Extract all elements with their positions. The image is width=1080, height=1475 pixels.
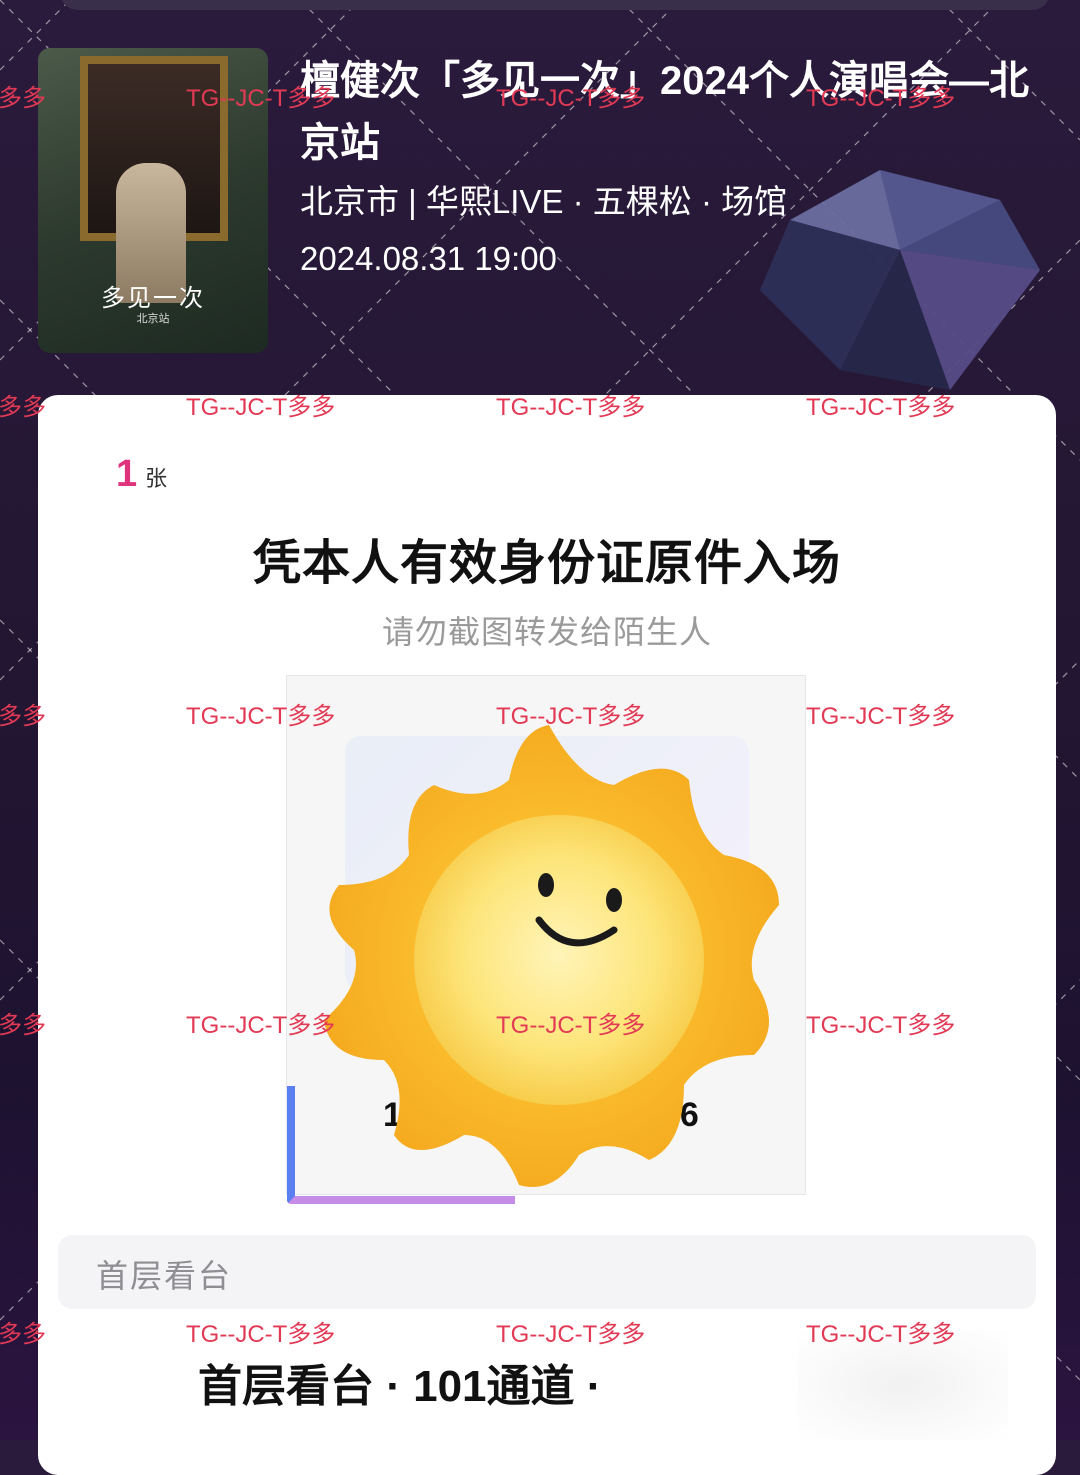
poster-title: 多见一次 [101, 285, 205, 312]
section-label: 首层看台 [96, 1258, 233, 1294]
screenshot-warning: 请勿截图转发给陌生人 [381, 614, 712, 650]
quantity-unit: 张 [145, 466, 168, 491]
poster-subtitle: 北京站 [136, 313, 170, 325]
ticket-card: 1张 凭本人有效身份证原件入场 请勿截图转发给陌生人 11 446 首层看台 [38, 395, 1056, 1475]
seat-info: 首层看台 · 101通道 · [198, 1362, 602, 1411]
quantity-number: 1 [116, 453, 138, 495]
event-title: 檀健次「多见一次」2024个人演唱会—北京站 [300, 59, 1029, 165]
section-bar: 首层看台 [58, 1235, 1036, 1309]
redacted-area [798, 1330, 1008, 1440]
entry-rule: 凭本人有效身份证原件入场 [252, 537, 841, 590]
sun-sticker-icon [324, 725, 779, 1187]
event-venue: 北京市 | 华熙LIVE · 五棵松 · 场馆 [300, 183, 788, 220]
diamond-decoration-icon [760, 170, 1040, 390]
event-datetime: 2024.08.31 19:00 [300, 240, 557, 277]
ticket-quantity: 1张 [116, 453, 167, 496]
top-strip [60, 0, 1050, 10]
event-poster[interactable]: 多见一次 北京站 [38, 48, 268, 353]
